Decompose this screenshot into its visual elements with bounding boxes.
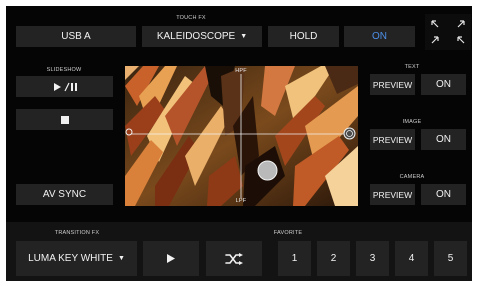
av-sync-button[interactable]: AV SYNC [16,184,113,205]
image-label: IMAGE [402,119,422,125]
transition-fx-label: TRANSITION FX [54,230,100,236]
stop-button[interactable] [16,109,113,130]
favorite-1-button[interactable]: 1 [278,241,311,276]
camera-label: CAMERA [399,174,425,180]
image-preview-label: PREVIEW [372,134,413,145]
hold-label: HOLD [289,31,318,42]
touch-fx-on-button[interactable]: ON [344,26,415,47]
play-pause-icon [53,82,77,91]
image-preview-button[interactable]: PREVIEW [370,129,415,150]
text-preview-button[interactable]: PREVIEW [370,74,415,95]
favorite-4-button[interactable]: 4 [395,241,428,276]
slideshow-label: SLIDESHOW [46,67,82,73]
touch-fx-preview-pad[interactable]: HPF LPF [125,66,358,206]
dropdown-caret-icon: ▼ [117,255,125,262]
text-on-button[interactable]: ON [421,74,466,95]
transition-play-button[interactable] [143,241,199,276]
favorite-2-button[interactable]: 2 [317,241,350,276]
touch-fx-on-label: ON [372,31,387,42]
dropdown-caret-icon: ▼ [240,33,248,40]
favorite-4-label: 4 [408,253,415,264]
x-axis-right-handle[interactable] [343,127,356,140]
touch-fx-label: TOUCH FX [176,15,206,21]
shuffle-icon [225,252,243,265]
play-pause-button[interactable] [16,76,113,97]
favorite-3-button[interactable]: 3 [356,241,389,276]
image-on-button[interactable]: ON [421,129,466,150]
x-axis-left-handle[interactable] [125,128,133,136]
transition-fx-dropdown[interactable]: LUMA KEY WHITE ▼ [16,241,137,276]
av-sync-label: AV SYNC [42,189,87,200]
image-on-label: ON [436,134,451,145]
fullscreen-button[interactable] [425,14,471,50]
touch-fx-dropdown[interactable]: KALEIDOSCOPE ▼ [142,26,262,47]
touch-fx-selected: KALEIDOSCOPE [156,31,236,42]
camera-preview-button[interactable]: PREVIEW [370,184,415,205]
camera-on-label: ON [436,189,451,200]
expand-icon [431,20,465,44]
favorite-3-label: 3 [369,253,376,264]
transition-fx-selected: LUMA KEY WHITE [28,253,113,264]
kaleidoscope-image [125,66,358,206]
camera-preview-label: PREVIEW [372,189,413,200]
play-icon [167,254,175,263]
touch-position-knob[interactable] [257,160,278,181]
favorite-5-button[interactable]: 5 [434,241,467,276]
favorite-1-label: 1 [291,253,298,264]
shuffle-button[interactable] [206,241,262,276]
lpf-label: LPF [235,198,247,204]
source-label: USB A [61,31,91,42]
hold-button[interactable]: HOLD [268,26,339,47]
hpf-label: HPF [235,68,247,74]
text-on-label: ON [436,79,451,90]
stop-icon [60,115,69,124]
camera-on-button[interactable]: ON [421,184,466,205]
favorite-2-label: 2 [330,253,337,264]
favorite-label: FAVORITE [273,230,303,236]
text-label: TEXT [404,64,420,70]
favorite-5-label: 5 [447,253,454,264]
source-button[interactable]: USB A [16,26,136,47]
text-preview-label: PREVIEW [372,79,413,90]
